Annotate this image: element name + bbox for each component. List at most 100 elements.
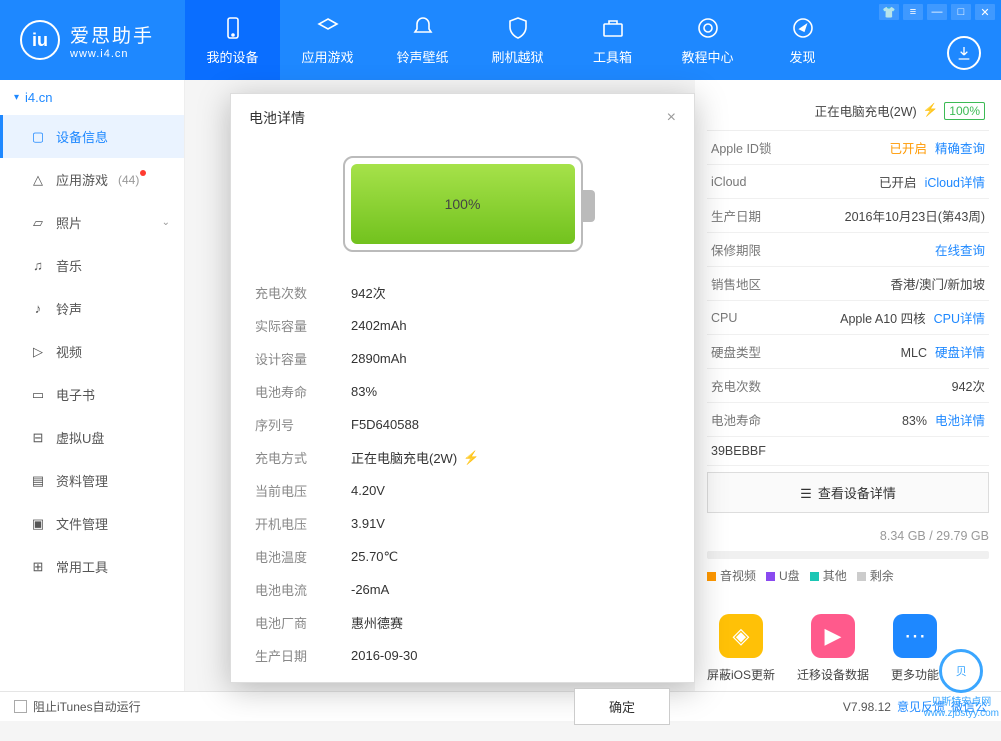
close-button[interactable]: ✕ (975, 4, 995, 20)
book-icon (696, 15, 720, 41)
app-title: 爱思助手 (70, 21, 154, 48)
logo: iu 爱思助手 www.i4.cn (0, 0, 185, 80)
sidebar-item-video[interactable]: ▷视频 (0, 330, 184, 373)
serial-tail: 39BEBBF (707, 437, 989, 466)
info-link[interactable]: 在线查询 (935, 244, 985, 258)
sidebar-item-files[interactable]: ▣文件管理 (0, 502, 184, 545)
music-icon: ♫ (30, 258, 46, 273)
info-link[interactable]: 电池详情 (935, 414, 985, 428)
sidebar-item-usb[interactable]: ⊟虚拟U盘 (0, 416, 184, 459)
data-icon: ▤ (30, 473, 46, 489)
grid-icon: ⊞ (30, 559, 46, 575)
chevron-down-icon: ⌄ (162, 217, 170, 228)
version-label: V7.98.12 (843, 700, 891, 714)
info-row: CPUApple A10 四核CPU详情 (707, 301, 989, 335)
shield-icon (506, 15, 530, 41)
toolbox-icon (601, 15, 625, 41)
app-subtitle: www.i4.cn (70, 48, 154, 60)
modal-title: 电池详情 (249, 108, 305, 128)
apps-icon: △ (30, 172, 46, 188)
block-itunes-label[interactable]: 阻止iTunes自动运行 (33, 698, 141, 715)
info-row: 电池寿命83%电池详情 (707, 403, 989, 437)
info-link[interactable]: 硬盘详情 (935, 346, 985, 360)
device-icon: ▢ (30, 129, 46, 145)
book-icon: ▭ (30, 387, 46, 403)
info-row: iCloud已开启iCloud详情 (707, 165, 989, 199)
skin-button[interactable]: 👕 (879, 4, 899, 20)
battery-row: 电池温度25.70℃ (255, 540, 670, 573)
tab-tutorial[interactable]: 教程中心 (660, 0, 755, 80)
info-link[interactable]: CPU详情 (934, 312, 985, 326)
storage-legend: 音视频 U盘 其他 剩余 (707, 567, 989, 584)
battery-row: 电池寿命83% (255, 375, 670, 408)
battery-row: 开机电压3.91V (255, 507, 670, 540)
sidebar-item-ringtones[interactable]: ♪铃声 (0, 287, 184, 330)
info-row: 销售地区香港/澳门/新加坡 (707, 267, 989, 301)
info-link[interactable]: iCloud详情 (925, 176, 985, 190)
sidebar-item-ebook[interactable]: ▭电子书 (0, 373, 184, 416)
photo-icon: ▱ (30, 215, 46, 231)
logo-icon: iu (20, 20, 60, 60)
tab-apps[interactable]: 应用游戏 (280, 0, 375, 80)
storage-bar (707, 551, 989, 559)
tab-toolbox[interactable]: 工具箱 (565, 0, 660, 80)
tab-ringtones[interactable]: 铃声壁纸 (375, 0, 470, 80)
info-row: 充电次数942次 (707, 369, 989, 403)
tab-discover[interactable]: 发现 (755, 0, 850, 80)
folder-icon: ▣ (30, 516, 46, 532)
battery-row: 电池电流-26mA (255, 573, 670, 606)
battery-row: 当前电压4.20V (255, 474, 670, 507)
sidebar-item-data[interactable]: ▤资料管理 (0, 459, 184, 502)
block-itunes-checkbox[interactable] (14, 700, 27, 713)
shield-icon: ◈ (719, 614, 763, 658)
bell-icon: ♪ (30, 301, 46, 316)
transfer-icon: ▶ (811, 614, 855, 658)
view-device-detail-button[interactable]: ☰查看设备详情 (707, 472, 989, 513)
bell-icon (411, 15, 435, 41)
sidebar-device-header[interactable]: i4.cn (0, 80, 184, 115)
tab-flash[interactable]: 刷机越狱 (470, 0, 565, 80)
minimize-button[interactable]: — (927, 4, 947, 20)
usb-icon: ⊟ (30, 430, 46, 446)
more-icon: ⋯ (893, 614, 937, 658)
bolt-icon: ⚡ (463, 450, 479, 466)
video-icon: ▷ (30, 344, 46, 360)
sidebar: i4.cn ▢设备信息 △应用游戏(44) ▱照片⌄ ♫音乐 ♪铃声 ▷视频 ▭… (0, 80, 185, 691)
quick-migrate-data[interactable]: ▶迁移设备数据 (797, 614, 869, 683)
storage-text: 8.34 GB / 29.79 GB (707, 529, 989, 543)
battery-row: 充电方式正在电脑充电(2W) ⚡ (255, 441, 670, 474)
battery-row: 实际容量2402mAh (255, 309, 670, 342)
sidebar-item-tools[interactable]: ⊞常用工具 (0, 545, 184, 588)
charging-status: 正在电脑充电(2W) ⚡ 100% (707, 95, 989, 131)
modal-close-button[interactable]: × (667, 109, 676, 127)
sidebar-item-apps[interactable]: △应用游戏(44) (0, 158, 184, 201)
feedback-link[interactable]: 意见反馈 (897, 698, 945, 715)
quick-more[interactable]: ⋯更多功能 (891, 614, 939, 683)
info-row: 保修期限在线查询 (707, 233, 989, 267)
tab-my-device[interactable]: 我的设备 (185, 0, 280, 80)
quick-block-ios-update[interactable]: ◈屏蔽iOS更新 (707, 614, 775, 683)
battery-row: 充电次数942次 (255, 276, 670, 309)
device-info-panel: 正在电脑充电(2W) ⚡ 100% Apple ID锁已开启精确查询iCloud… (695, 80, 1001, 691)
battery-graphic: 100% (231, 142, 694, 276)
info-row: 硬盘类型MLC硬盘详情 (707, 335, 989, 369)
sidebar-item-music[interactable]: ♫音乐 (0, 244, 184, 287)
phone-icon (221, 15, 245, 41)
apps-icon (316, 15, 340, 41)
app-header: iu 爱思助手 www.i4.cn 我的设备 应用游戏 铃声壁纸 刷机越狱 工具… (0, 0, 1001, 80)
sidebar-item-photos[interactable]: ▱照片⌄ (0, 201, 184, 244)
maximize-button[interactable]: □ (951, 4, 971, 20)
compass-icon (791, 15, 815, 41)
download-button[interactable] (947, 36, 981, 70)
battery-row: 设计容量2890mAh (255, 342, 670, 375)
wechat-link[interactable]: 微信公 (951, 698, 987, 715)
battery-row: 电池厂商惠州德赛 (255, 606, 670, 639)
info-link[interactable]: 精确查询 (935, 142, 985, 156)
battery-row: 生产日期2016-09-30 (255, 639, 670, 672)
battery-row: 序列号F5D640588 (255, 408, 670, 441)
sidebar-item-device-info[interactable]: ▢设备信息 (0, 115, 184, 158)
modal-ok-button[interactable]: 确定 (574, 688, 670, 725)
info-row: 生产日期2016年10月23日(第43周) (707, 199, 989, 233)
battery-detail-modal: 电池详情 × 100% 充电次数942次实际容量2402mAh设计容量2890m… (230, 93, 695, 683)
menu-button[interactable]: ≡ (903, 4, 923, 20)
